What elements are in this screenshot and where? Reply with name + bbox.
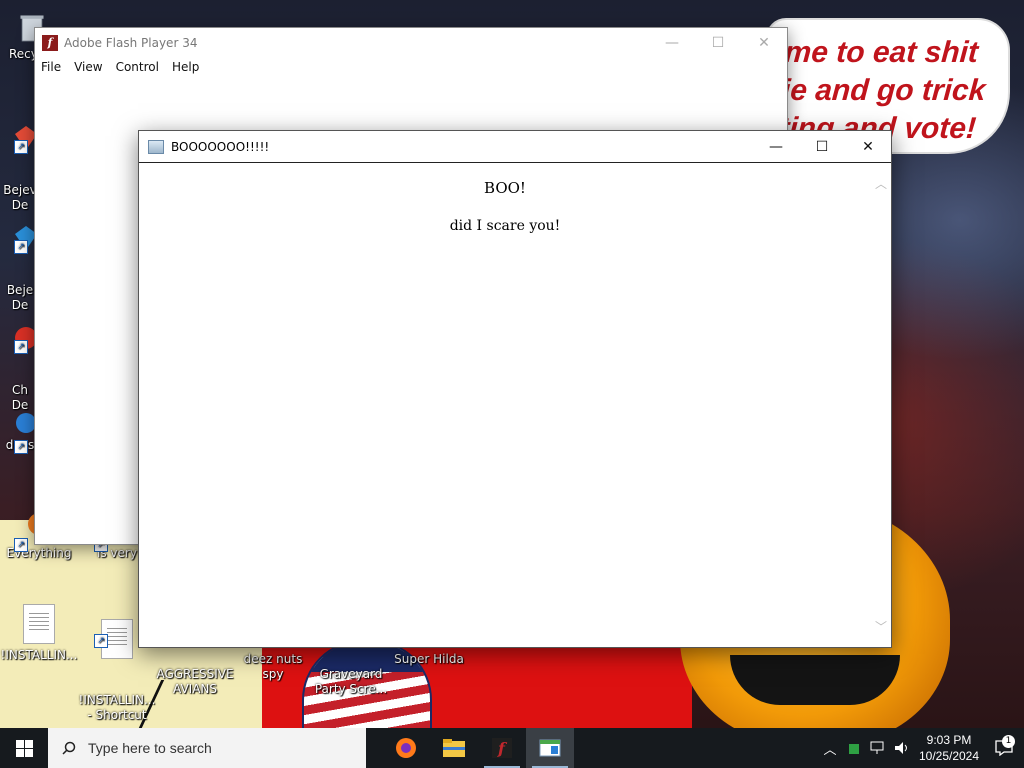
menu-file[interactable]: File	[41, 60, 61, 74]
start-button[interactable]	[0, 728, 48, 768]
boo-window[interactable]: BOOOOOOO!!!!! — ☐ ✕ BOO! did I scare you…	[138, 130, 892, 648]
window-title: BOOOOOOO!!!!!	[171, 139, 270, 154]
desktop-icon-label: Graveyard Party Scre...	[314, 667, 388, 696]
volume-icon[interactable]	[890, 740, 914, 756]
windows-logo-icon	[15, 739, 33, 757]
boo-message: did I scare you!	[449, 218, 561, 234]
desktop-icon-graveyard-party[interactable]: Graveyard Party Scre...	[312, 652, 390, 697]
file-explorer-icon	[443, 739, 465, 757]
clock[interactable]: 9:03 PM 10/25/2024	[914, 732, 984, 764]
window-app-icon	[148, 139, 164, 154]
search-icon	[62, 741, 76, 755]
desktop-icon-label: Recy	[9, 47, 38, 61]
desktop-icon-label: Bejev De	[3, 183, 37, 212]
app-tray-icon[interactable]	[842, 740, 866, 756]
system-tray: ︿ 9:03 PM 10/25/2024 1	[818, 728, 1024, 768]
clock-date: 10/25/2024	[918, 749, 980, 763]
scroll-down-arrow-icon[interactable]: ﹀	[874, 618, 888, 635]
flash-player-icon: f	[492, 738, 512, 758]
desktop-icon-label: Ch De	[11, 383, 29, 412]
maximize-button[interactable]: ☐	[695, 28, 741, 58]
desktop-icon-label: !INSTALLIN...	[0, 648, 78, 662]
menu-view[interactable]: View	[74, 60, 102, 74]
window-title: Adobe Flash Player 34	[64, 36, 198, 50]
notifications-button[interactable]: 1	[984, 735, 1024, 756]
dialog-app-icon	[539, 739, 561, 757]
maximize-button[interactable]: ☐	[799, 132, 845, 162]
taskbar-app-firefox[interactable]	[382, 728, 430, 768]
boo-titlebar[interactable]: BOOOOOOO!!!!! — ☐ ✕	[139, 131, 891, 163]
flash-titlebar[interactable]: f Adobe Flash Player 34 — ☐ ✕	[35, 28, 787, 58]
taskbar-app-file-explorer[interactable]	[430, 728, 478, 768]
desktop-icon-installing[interactable]: !INSTALLIN...	[0, 604, 78, 663]
desktop-icon-label: Super Hilda	[394, 652, 464, 666]
minimize-button[interactable]: —	[649, 28, 695, 58]
search-placeholder: Type here to search	[88, 740, 212, 756]
desktop-icon-label: AGGRESSIVE AVIANS	[156, 667, 234, 696]
taskbar-app-boo-dialog[interactable]	[526, 728, 574, 768]
network-icon[interactable]	[866, 740, 890, 756]
close-button[interactable]: ✕	[741, 28, 787, 58]
taskbar: Type here to search f ︿ 9:03 PM 10/25/20…	[0, 728, 1024, 768]
clock-time: 9:03 PM	[926, 733, 972, 747]
taskbar-search-box[interactable]: Type here to search	[48, 728, 366, 768]
desktop-icon-label: !INSTALLIN... - Shortcut	[78, 693, 156, 722]
menu-control[interactable]: Control	[116, 60, 159, 74]
boo-content: BOO! did I scare you! ︿ ﹀	[139, 163, 891, 645]
show-hidden-icons-chevron-icon[interactable]: ︿	[818, 739, 842, 758]
desktop-icon-label: Beje De	[6, 283, 34, 312]
flash-logo-icon: f	[42, 35, 58, 51]
desktop-icon-deez-nuts-spy[interactable]: deez nuts spy	[234, 652, 312, 682]
taskbar-app-flash-player[interactable]: f	[478, 728, 526, 768]
boo-heading: BOO!	[484, 179, 526, 197]
desktop-icon-aggressive-avians[interactable]: AGGRESSIVE AVIANS	[156, 652, 234, 697]
desktop-icon-super-hilda[interactable]: Super Hilda	[390, 652, 468, 667]
firefox-icon	[396, 738, 416, 758]
scroll-up-arrow-icon[interactable]: ︿	[874, 175, 888, 192]
menu-help[interactable]: Help	[172, 60, 199, 74]
document-icon	[23, 604, 55, 644]
close-button[interactable]: ✕	[845, 132, 891, 162]
minimize-button[interactable]: —	[753, 132, 799, 162]
desktop-icon-label: deez nuts spy	[243, 652, 303, 681]
menu-bar: File View Control Help	[35, 58, 787, 76]
notification-count-badge: 1	[1002, 735, 1015, 748]
